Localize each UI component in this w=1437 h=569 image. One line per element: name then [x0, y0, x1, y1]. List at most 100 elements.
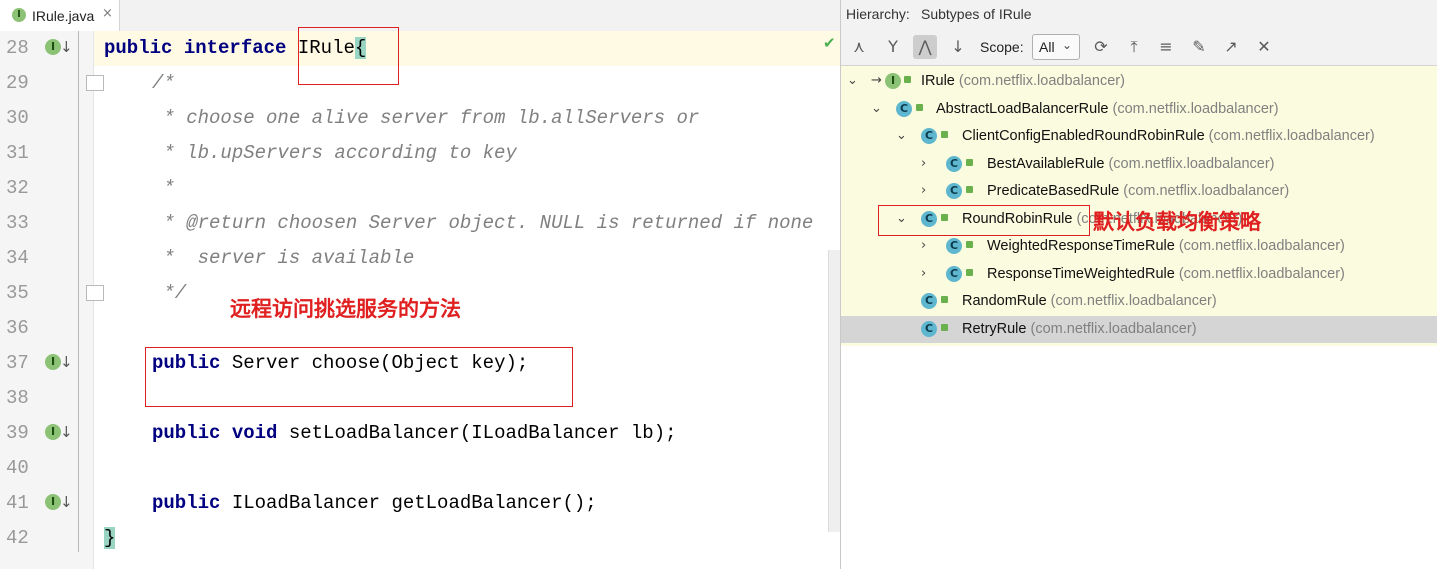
- refresh-icon[interactable]: ⟳: [1089, 35, 1113, 59]
- line-number: 41: [6, 492, 29, 514]
- subtypes-icon[interactable]: ⋀: [913, 35, 937, 59]
- annotation-remote-choose: 远程访问挑选服务的方法: [230, 297, 461, 321]
- line-number: 42: [6, 527, 29, 549]
- abstract-class-icon: C: [946, 183, 962, 199]
- scope-label: Scope:: [980, 39, 1024, 55]
- tree-row-bestavailablerule[interactable]: › C BestAvailableRule (com.netflix.loadb…: [841, 151, 1437, 178]
- annotation-default-strategy: 默认负载均衡策略: [1093, 210, 1261, 234]
- tree-row-weightedresponsetimerule[interactable]: › C WeightedResponseTimeRule (com.netfli…: [841, 233, 1437, 260]
- code-line-39[interactable]: public void setLoadBalancer(ILoadBalance…: [152, 416, 677, 451]
- scope-select[interactable]: All ⌄: [1032, 34, 1080, 60]
- method-signature: ILoadBalancer getLoadBalancer();: [220, 492, 597, 514]
- lock-icon: [916, 104, 923, 111]
- line-number: 38: [6, 387, 29, 409]
- tree-row-label: AbstractLoadBalancerRule (com.netflix.lo…: [936, 101, 1279, 117]
- close-icon[interactable]: ×: [102, 6, 113, 21]
- hierarchy-title-value: Subtypes of IRule: [921, 6, 1032, 22]
- lock-icon: [941, 296, 948, 303]
- tree-row-label: BestAvailableRule (com.netflix.loadbalan…: [987, 156, 1275, 172]
- code-line-42[interactable]: }: [104, 521, 116, 556]
- line-number: 29: [6, 72, 29, 94]
- code-line-33[interactable]: * @return choosen Server object. NULL is…: [152, 206, 813, 241]
- tree-row-responsetimeweightedrule[interactable]: › C ResponseTimeWeightedRule (com.netfli…: [841, 261, 1437, 288]
- vertical-scrollbar[interactable]: [828, 250, 840, 532]
- hierarchy-empty-area: [841, 346, 1437, 569]
- line-number: 37: [6, 352, 29, 374]
- class-icon: C: [921, 321, 937, 337]
- tree-row-retryrule[interactable]: C RetryRule (com.netflix.loadbalancer): [841, 316, 1437, 343]
- lock-icon: [966, 241, 973, 248]
- implemented-method-icon[interactable]: I: [45, 424, 61, 440]
- check-icon: ✔: [823, 34, 836, 52]
- class-hierarchy-icon[interactable]: ⋏: [847, 35, 871, 59]
- gutter-divider: [78, 31, 79, 552]
- arrow-down-icon: ↓: [60, 38, 73, 56]
- abstract-class-icon: C: [896, 101, 912, 117]
- line-number: 36: [6, 317, 29, 339]
- tree-row-abstractloadbalancerrule[interactable]: ⌄ C AbstractLoadBalancerRule (com.netfli…: [841, 96, 1437, 123]
- chevron-right-icon[interactable]: ›: [921, 183, 926, 198]
- lock-icon: [966, 186, 973, 193]
- code-editor[interactable]: I IRule.java × 28 29 30 31 32 33 34 35 3…: [0, 0, 840, 569]
- arrow-right-icon: →: [871, 73, 882, 88]
- code-line-31[interactable]: * lb.upServers according to key: [152, 136, 516, 171]
- code-line-32[interactable]: *: [152, 171, 174, 206]
- code-line-29[interactable]: /*: [152, 66, 175, 101]
- code-line-41[interactable]: public ILoadBalancer getLoadBalancer();: [152, 486, 597, 521]
- keyword: public: [104, 37, 173, 59]
- chevron-down-icon[interactable]: ⌄: [871, 101, 882, 116]
- scope-value: All: [1039, 39, 1055, 55]
- line-number: 30: [6, 107, 29, 129]
- hierarchy-toolbar: ⋏ Y ⋀ ↓ Scope: All ⌄ ⟳ ⤒ ≡ ✎ ↗ ✕: [841, 29, 1437, 66]
- line-number: 31: [6, 142, 29, 164]
- keyword: void: [231, 422, 278, 444]
- sort-alpha-icon[interactable]: ↓: [946, 35, 970, 59]
- hierarchy-panel: Hierarchy: Subtypes of IRule ⋏ Y ⋀ ↓ Sco…: [840, 0, 1437, 569]
- tree-row-randomrule[interactable]: C RandomRule (com.netflix.loadbalancer): [841, 288, 1437, 315]
- line-number: 33: [6, 212, 29, 234]
- chevron-down-icon: ⌄: [1062, 38, 1073, 52]
- code-line-30[interactable]: * choose one alive server from lb.allSer…: [152, 101, 699, 136]
- lock-icon: [904, 76, 911, 83]
- chevron-right-icon[interactable]: ›: [921, 266, 926, 281]
- implemented-interface-icon[interactable]: I: [45, 39, 61, 55]
- code-line-35[interactable]: */: [152, 276, 186, 311]
- pin-icon[interactable]: ✎: [1187, 35, 1211, 59]
- chevron-down-icon[interactable]: ⌄: [847, 73, 858, 88]
- open-editor-icon[interactable]: ↗: [1219, 35, 1243, 59]
- line-number: 35: [6, 282, 29, 304]
- tab-irule-java[interactable]: I IRule.java ×: [0, 0, 120, 31]
- code-line-34[interactable]: * server is available: [152, 241, 414, 276]
- lock-icon: [966, 159, 973, 166]
- export-icon[interactable]: ⤒: [1122, 35, 1146, 59]
- class-icon: C: [946, 266, 962, 282]
- arrow-down-icon: ↓: [60, 493, 73, 511]
- fold-start-icon[interactable]: [86, 75, 104, 91]
- interface-icon: I: [12, 8, 26, 22]
- tree-row-label: PredicateBasedRule (com.netflix.loadbala…: [987, 183, 1290, 199]
- class-icon: C: [946, 238, 962, 254]
- chevron-right-icon[interactable]: ›: [921, 156, 926, 171]
- chevron-down-icon[interactable]: ⌄: [896, 128, 907, 143]
- hierarchy-title-label: Hierarchy:: [846, 6, 910, 22]
- keyword: interface: [183, 37, 287, 59]
- tree-row-predicatebasedrule[interactable]: › C PredicateBasedRule (com.netflix.load…: [841, 178, 1437, 205]
- fold-end-icon[interactable]: [86, 285, 104, 301]
- interface-icon: I: [885, 73, 901, 89]
- editor-tab-bar: I IRule.java ×: [0, 0, 840, 32]
- keyword: public: [152, 422, 221, 444]
- chevron-right-icon[interactable]: ›: [921, 238, 926, 253]
- highlight-box-roundrobin: [878, 205, 1090, 236]
- close-icon[interactable]: ✕: [1252, 35, 1276, 59]
- implemented-method-icon[interactable]: I: [45, 494, 61, 510]
- tree-row-irule[interactable]: ⌄ → I IRule (com.netflix.loadbalancer): [841, 68, 1437, 95]
- expand-all-icon[interactable]: ≡: [1154, 35, 1178, 59]
- tree-row-clientconfigenabledroundrobinrule[interactable]: ⌄ C ClientConfigEnabledRoundRobinRule (c…: [841, 123, 1437, 150]
- lock-icon: [941, 324, 948, 331]
- highlight-box-irule: [298, 27, 399, 85]
- supertypes-icon[interactable]: Y: [881, 35, 905, 59]
- tree-row-label: ResponseTimeWeightedRule (com.netflix.lo…: [987, 266, 1345, 282]
- class-icon: C: [921, 293, 937, 309]
- implemented-method-icon[interactable]: I: [45, 354, 61, 370]
- method-signature: setLoadBalancer(ILoadBalancer lb);: [277, 422, 677, 444]
